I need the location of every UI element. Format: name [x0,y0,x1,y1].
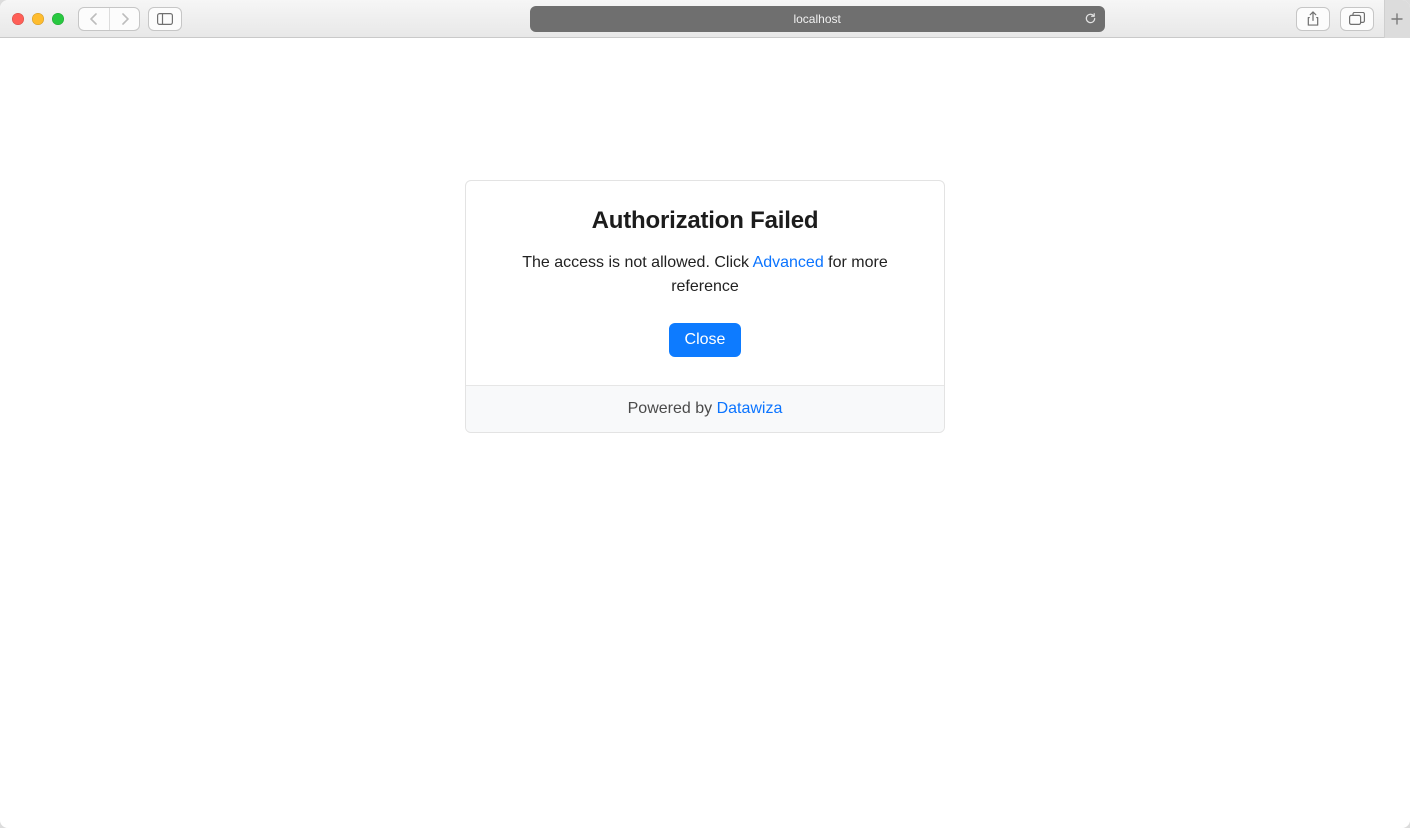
datawiza-link[interactable]: Datawiza [717,400,783,417]
fullscreen-window-button[interactable] [52,13,64,25]
close-button[interactable]: Close [669,323,742,357]
reload-button[interactable] [1084,12,1097,25]
window-controls [12,13,64,25]
tabs-icon [1349,12,1365,25]
toolbar-right [1296,0,1402,38]
minimize-window-button[interactable] [32,13,44,25]
forward-button[interactable] [109,8,139,30]
browser-window: localhost [0,0,1410,828]
reload-icon [1084,12,1097,25]
dialog-title: Authorization Failed [492,207,918,235]
new-tab-button[interactable] [1384,0,1410,38]
dialog-footer: Powered by Datawiza [466,385,944,432]
tabs-button[interactable] [1340,7,1374,31]
chevron-left-icon [89,13,99,25]
dialog-body: Authorization Failed The access is not a… [466,181,944,385]
close-window-button[interactable] [12,13,24,25]
footer-prefix: Powered by [628,400,717,417]
address-bar[interactable]: localhost [530,6,1105,32]
back-button[interactable] [79,8,109,30]
url-text: localhost [793,12,840,26]
share-button[interactable] [1296,7,1330,31]
sidebar-icon [157,13,173,25]
sidebar-toggle-button[interactable] [148,7,182,31]
authorization-dialog: Authorization Failed The access is not a… [465,180,945,433]
message-prefix: The access is not allowed. Click [522,254,752,271]
page-content: Authorization Failed The access is not a… [0,38,1410,828]
advanced-link[interactable]: Advanced [753,254,824,271]
nav-buttons [78,7,140,31]
plus-icon [1391,13,1403,25]
chevron-right-icon [120,13,130,25]
dialog-message: The access is not allowed. Click Advance… [492,251,918,299]
share-icon [1306,11,1320,26]
browser-toolbar: localhost [0,0,1410,38]
